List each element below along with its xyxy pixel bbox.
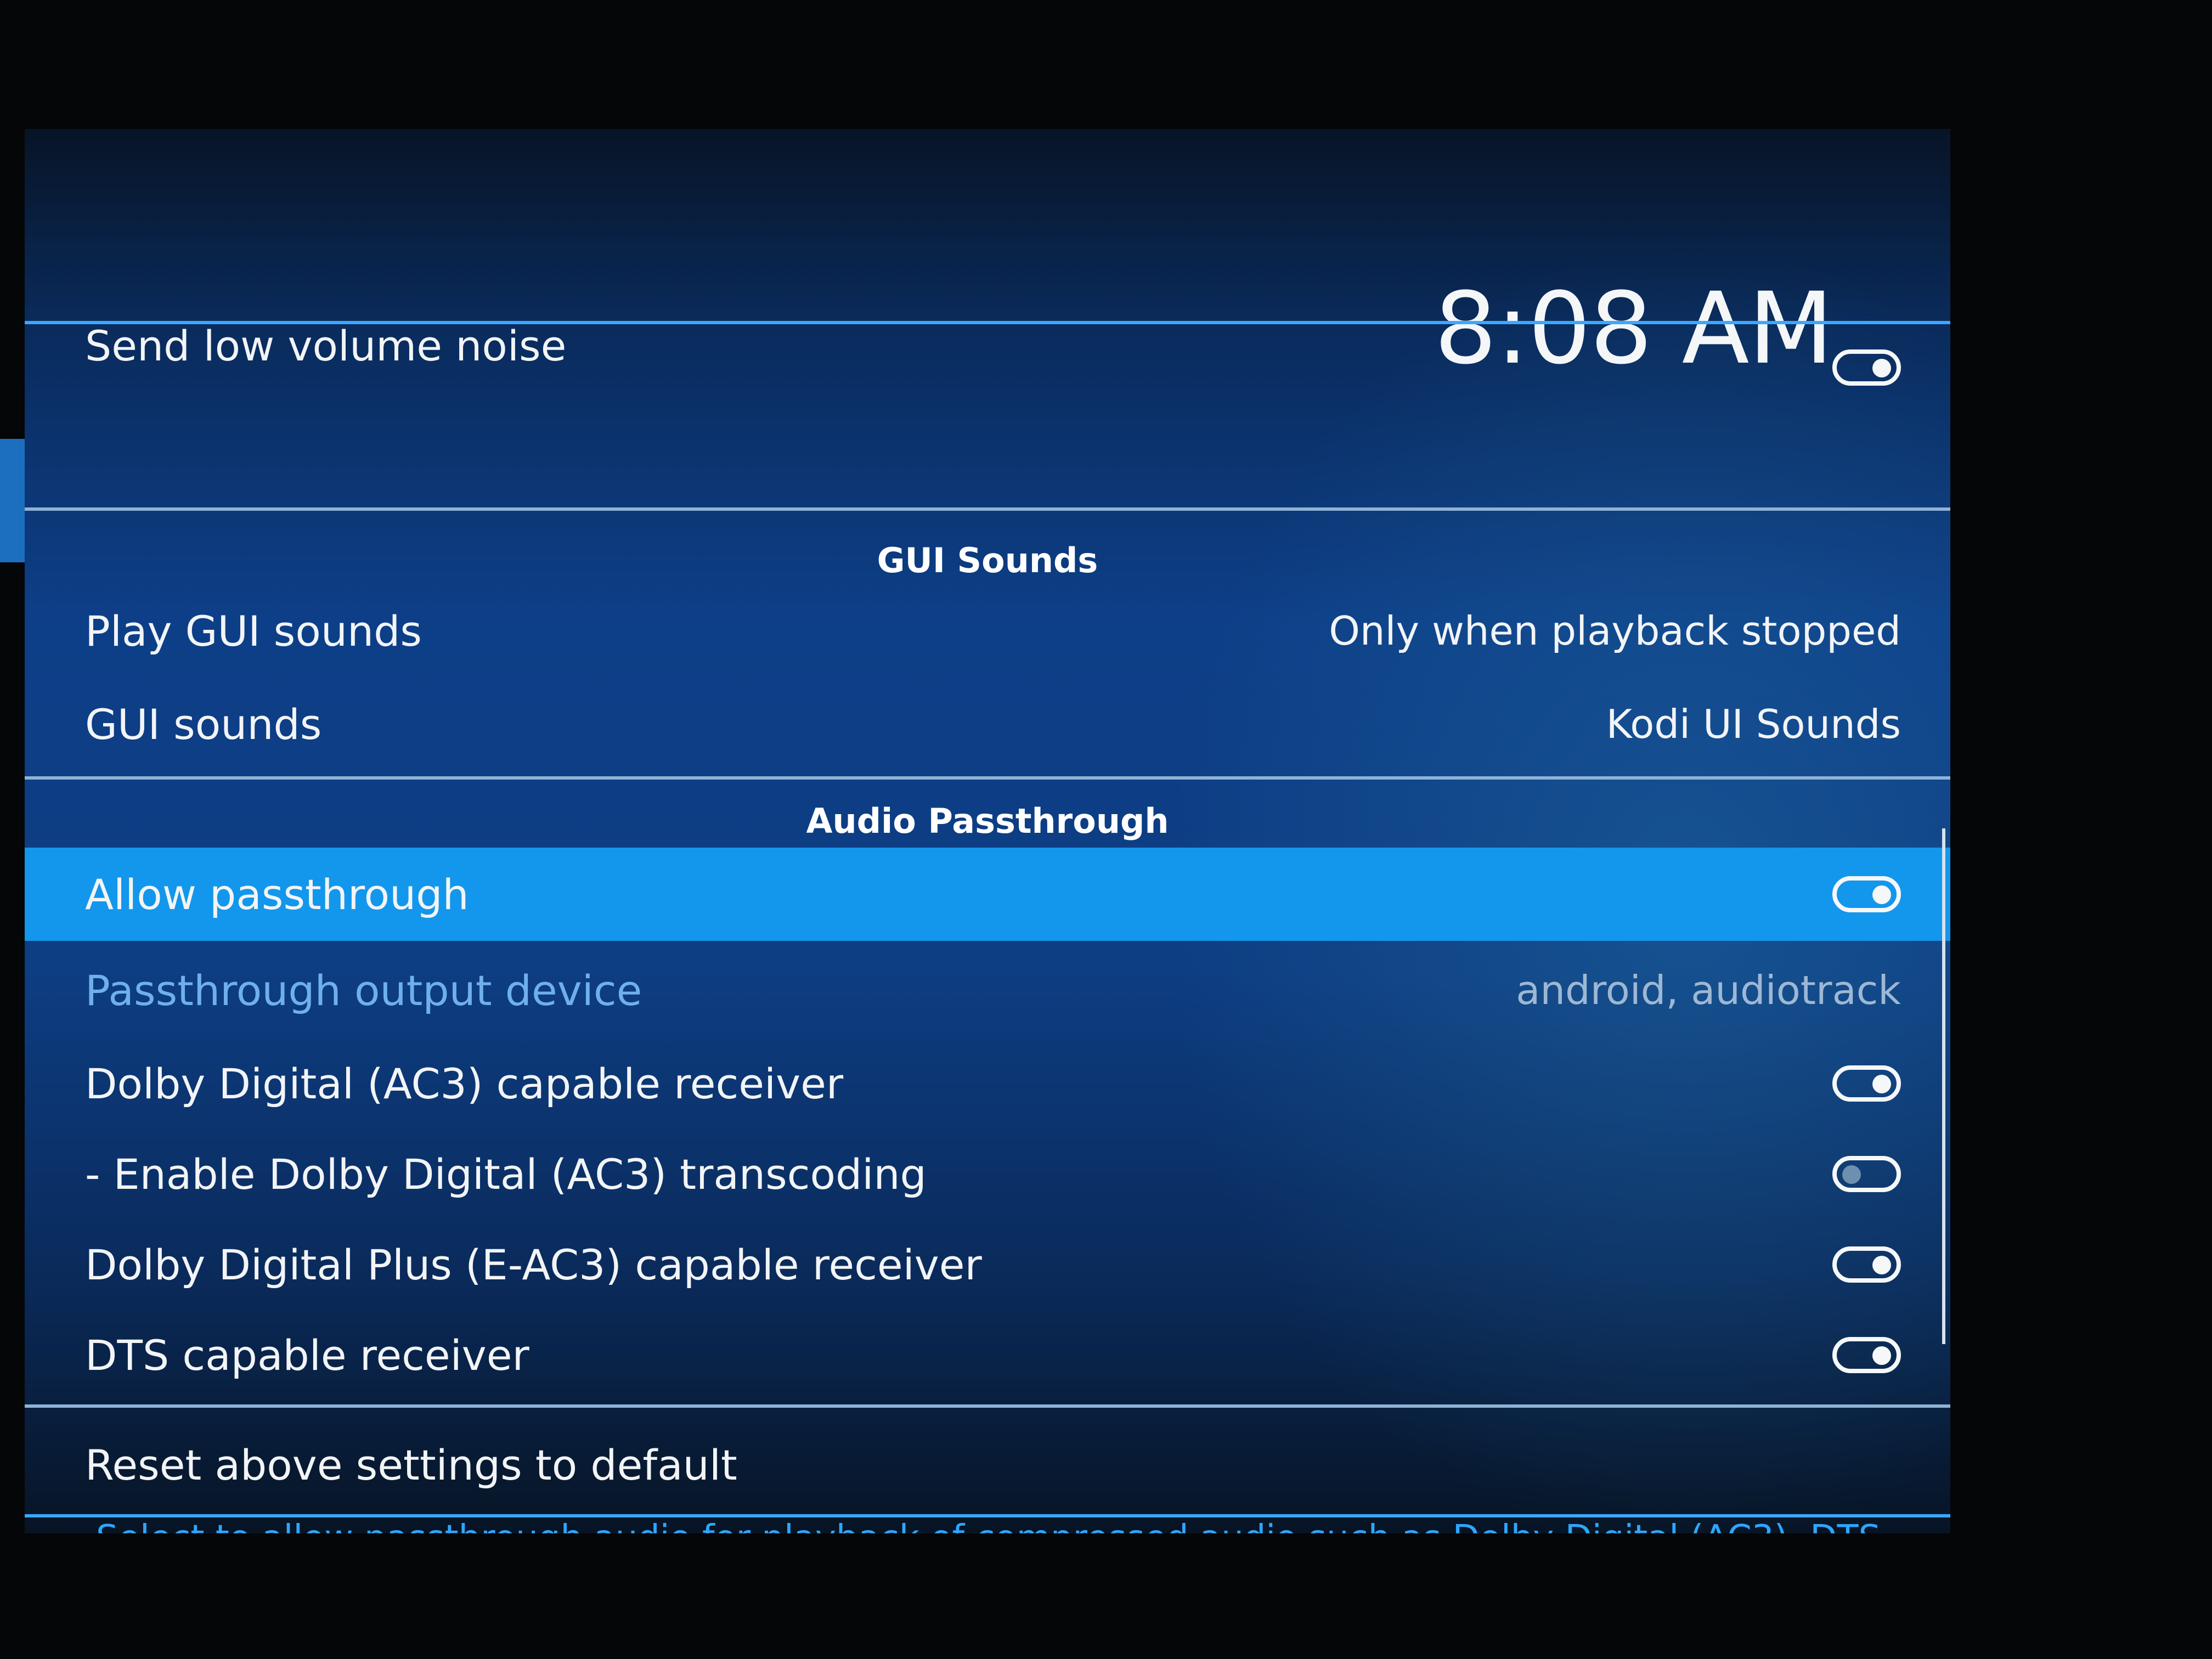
toggle-knob bbox=[1872, 359, 1891, 377]
setting-label: Allow passthrough bbox=[85, 870, 469, 919]
setting-send-low-volume-noise[interactable]: Send low volume noise bbox=[25, 299, 1950, 392]
toggle-knob bbox=[1872, 1346, 1891, 1365]
section-header-gui-sounds: GUI Sounds bbox=[877, 540, 1098, 580]
setting-gui-sounds[interactable]: GUI sounds Kodi UI Sounds bbox=[25, 678, 1950, 771]
toggle-switch-icon[interactable] bbox=[1832, 1246, 1901, 1283]
setting-ac3-capable-receiver[interactable]: Dolby Digital (AC3) capable receiver bbox=[25, 1037, 1950, 1130]
setting-value: Kodi UI Sounds bbox=[1606, 701, 1901, 747]
kodi-screen: 8:08 AM Send low volume noise GUI Sounds… bbox=[25, 129, 1950, 1533]
setting-play-gui-sounds[interactable]: Play GUI sounds Only when playback stopp… bbox=[25, 584, 1950, 678]
setting-label: GUI sounds bbox=[85, 699, 322, 749]
setting-label: - Enable Dolby Digital (AC3) transcoding bbox=[85, 1149, 927, 1199]
help-description: Select to allow passthrough audio for pl… bbox=[96, 1514, 1906, 1533]
setting-reset-defaults[interactable]: Reset above settings to default bbox=[25, 1418, 1950, 1511]
toggle-knob bbox=[1842, 1165, 1861, 1184]
toggle-switch-icon[interactable] bbox=[1832, 1156, 1901, 1192]
setting-label: Play GUI sounds bbox=[85, 606, 422, 656]
setting-label: Passthrough output device bbox=[85, 966, 642, 1015]
toggle-switch-icon[interactable] bbox=[1832, 349, 1901, 386]
setting-label: Send low volume noise bbox=[85, 321, 567, 370]
setting-label: DTS capable receiver bbox=[85, 1330, 529, 1380]
setting-value: android, audiotrack bbox=[1516, 967, 1901, 1013]
setting-allow-passthrough[interactable]: Allow passthrough bbox=[25, 848, 1950, 941]
setting-value: Only when playback stopped bbox=[1329, 608, 1901, 654]
setting-dts-capable-receiver[interactable]: DTS capable receiver bbox=[25, 1308, 1950, 1402]
scrollbar[interactable] bbox=[1942, 828, 1945, 1344]
section-header-audio-passthrough: Audio Passthrough bbox=[806, 801, 1169, 841]
toggle-switch-icon[interactable] bbox=[1832, 876, 1901, 912]
setting-label: Dolby Digital Plus (E-AC3) capable recei… bbox=[85, 1240, 982, 1289]
divider bbox=[25, 1404, 1950, 1408]
setting-label: Reset above settings to default bbox=[85, 1440, 737, 1489]
setting-eac3-capable-receiver[interactable]: Dolby Digital Plus (E-AC3) capable recei… bbox=[25, 1218, 1950, 1311]
divider bbox=[25, 507, 1950, 511]
toggle-switch-icon[interactable] bbox=[1832, 1337, 1901, 1373]
setting-ac3-transcoding[interactable]: - Enable Dolby Digital (AC3) transcoding bbox=[25, 1127, 1950, 1221]
toggle-switch-icon[interactable] bbox=[1832, 1065, 1901, 1102]
toggle-knob bbox=[1872, 1075, 1891, 1093]
setting-passthrough-output-device: Passthrough output device android, audio… bbox=[25, 944, 1950, 1037]
left-edge-indicator bbox=[0, 439, 25, 562]
toggle-knob bbox=[1872, 1256, 1891, 1274]
toggle-knob bbox=[1872, 885, 1891, 904]
setting-label: Dolby Digital (AC3) capable receiver bbox=[85, 1059, 844, 1108]
divider bbox=[25, 776, 1950, 780]
